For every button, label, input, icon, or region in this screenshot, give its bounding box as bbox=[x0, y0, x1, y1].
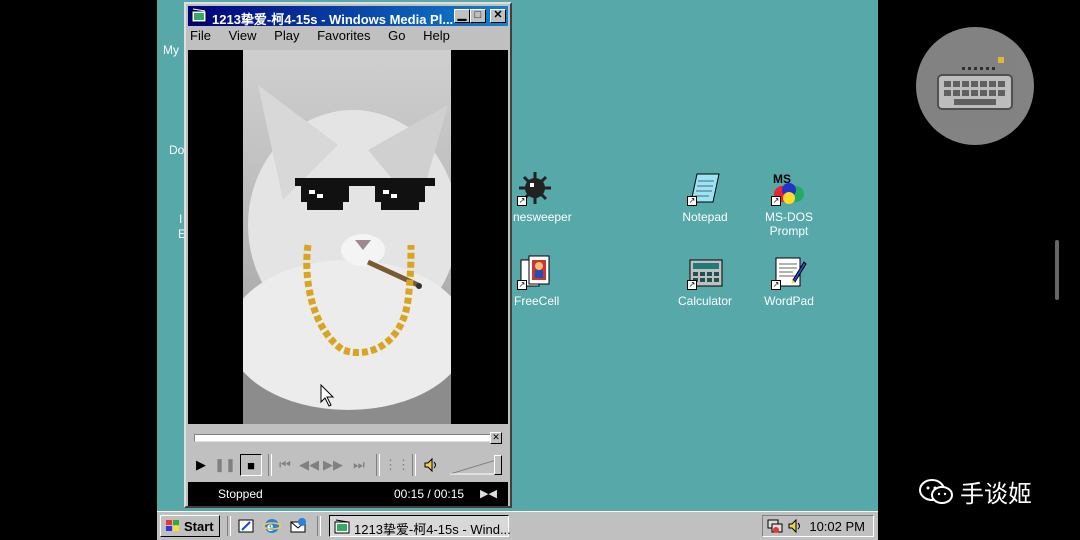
seek-track bbox=[194, 434, 496, 442]
desktop-icon-wordpad[interactable]: ↗ WordPad bbox=[747, 254, 831, 308]
keyboard-icon bbox=[934, 45, 1016, 127]
desktop-icon-notepad[interactable]: ↗ Notepad bbox=[663, 170, 747, 224]
freecell-icon: ↗ bbox=[517, 254, 553, 290]
taskbar-divider bbox=[227, 516, 231, 536]
desktop-icon-label: Notepad bbox=[682, 210, 728, 224]
menu-go[interactable]: Go bbox=[388, 28, 405, 43]
window-title: 1213挚爱-柯4-15s - Windows Media Pl... bbox=[212, 12, 454, 27]
my-computer-label-partial[interactable]: My bbox=[163, 43, 179, 57]
internet-explorer-icon[interactable]: e bbox=[262, 517, 282, 535]
shortcut-arrow-icon: ↗ bbox=[517, 280, 527, 290]
ie-label-partial-1[interactable]: I bbox=[179, 212, 182, 226]
controls-divider bbox=[376, 454, 380, 476]
next-button[interactable]: ⏭ bbox=[348, 454, 370, 476]
menu-bar: File View Play Favorites Go Help bbox=[190, 28, 464, 48]
minimize-icon: ▁ bbox=[457, 9, 467, 21]
rewind-button[interactable]: ◀◀ bbox=[298, 454, 320, 476]
media-player-window[interactable]: 1213挚爱-柯4-15s - Windows Media Pl... ▁ □ … bbox=[184, 2, 512, 508]
notepad-icon: ↗ bbox=[687, 170, 723, 206]
start-label: Start bbox=[184, 519, 214, 534]
playback-status: Stopped bbox=[218, 487, 263, 501]
shortcut-arrow-icon: ↗ bbox=[687, 280, 697, 290]
play-button[interactable]: ▶ bbox=[190, 454, 212, 476]
close-icon: ✕ bbox=[493, 9, 503, 21]
controls-divider bbox=[412, 454, 416, 476]
pause-button[interactable]: ❚❚ bbox=[214, 454, 236, 476]
desktop-icon-msdos-prompt[interactable]: MS ↗ MS-DOS Prompt bbox=[747, 170, 831, 238]
windows-logo-icon bbox=[165, 519, 181, 533]
minesweeper-icon: ↗ bbox=[517, 170, 553, 206]
video-frame bbox=[243, 50, 451, 424]
menu-favorites[interactable]: Favorites bbox=[317, 28, 370, 43]
volume-icon[interactable] bbox=[787, 518, 803, 534]
playback-controls: ▶ ❚❚ ■ ⏮ ◀◀ ▶▶ ⏭ ⋮⋮ bbox=[188, 448, 508, 482]
documents-label-partial[interactable]: Do bbox=[169, 143, 184, 157]
close-button[interactable]: ✕ bbox=[490, 9, 506, 23]
controls-divider bbox=[268, 454, 272, 476]
wordpad-icon: ↗ bbox=[771, 254, 807, 290]
taskbar-task-label: 1213挚爱-柯4-15s - Wind... bbox=[354, 522, 511, 537]
clock[interactable]: 10:02 PM bbox=[809, 519, 865, 534]
maximize-icon: □ bbox=[474, 9, 482, 21]
watermark: 手谈姬 bbox=[918, 474, 1032, 509]
previous-icon: ⏮ bbox=[279, 457, 291, 472]
rewind-icon: ◀◀ bbox=[299, 457, 319, 472]
menu-file[interactable]: File bbox=[190, 28, 211, 43]
menu-play[interactable]: Play bbox=[274, 28, 299, 43]
media-player-small-icon bbox=[334, 519, 350, 535]
video-display[interactable] bbox=[188, 50, 508, 424]
start-button[interactable]: Start bbox=[160, 515, 220, 537]
menu-help[interactable]: Help bbox=[423, 28, 450, 43]
virtual-keyboard-button[interactable] bbox=[916, 27, 1034, 145]
taskbar-button-media-player[interactable]: 1213挚爱-柯4-15s - Wind... bbox=[329, 515, 511, 537]
playback-time: 00:15 / 00:15 bbox=[394, 487, 465, 501]
stop-button[interactable]: ■ bbox=[240, 454, 262, 476]
volume-thumb[interactable] bbox=[494, 455, 502, 475]
title-bar[interactable]: 1213挚爱-柯4-15s - Windows Media Pl... ▁ □ … bbox=[188, 6, 508, 27]
pause-icon: ❚❚ bbox=[214, 457, 236, 472]
status-bar: Stopped 00:15 / 00:15 ▶◀ bbox=[188, 482, 508, 506]
shortcut-arrow-icon: ↗ bbox=[687, 196, 697, 206]
svg-text:e: e bbox=[267, 520, 273, 535]
playlist-icon: ⋮⋮ bbox=[384, 457, 410, 472]
minimize-button[interactable]: ▁ bbox=[454, 9, 470, 23]
network-icon[interactable] bbox=[767, 518, 785, 534]
seek-thumb[interactable]: ✕ bbox=[490, 432, 502, 444]
shortcut-arrow-icon: ↗ bbox=[771, 280, 781, 290]
msdos-icon: MS ↗ bbox=[771, 170, 807, 206]
shortcut-arrow-icon: ↗ bbox=[771, 196, 781, 206]
system-tray: 10:02 PM bbox=[762, 515, 874, 537]
stop-icon: ■ bbox=[247, 458, 255, 473]
mute-button[interactable] bbox=[420, 454, 442, 476]
desktop-icon-label: MS-DOS Prompt bbox=[765, 210, 813, 238]
show-desktop-icon[interactable] bbox=[237, 517, 255, 535]
speaker-icon bbox=[423, 457, 439, 476]
playlist-button[interactable]: ⋮⋮ bbox=[384, 454, 410, 476]
menu-view[interactable]: View bbox=[229, 28, 257, 43]
volume-slider[interactable] bbox=[449, 454, 504, 476]
desktop-icon-calculator[interactable]: ↗ Calculator bbox=[663, 254, 747, 308]
fast-forward-icon: ▶▶ bbox=[323, 457, 343, 472]
taskbar: Start e 1213挚爱-柯4-15s - Wind... 10:02 PM bbox=[157, 511, 878, 540]
previous-button[interactable]: ⏮ bbox=[274, 454, 296, 476]
maximize-button[interactable]: □ bbox=[470, 9, 486, 23]
watermark-text: 手谈姬 bbox=[960, 481, 1032, 508]
taskbar-divider bbox=[317, 516, 321, 536]
stereo-indicator-icon: ▶◀ bbox=[480, 488, 497, 500]
cat-with-sunglasses-image bbox=[243, 85, 451, 424]
wechat-icon bbox=[918, 478, 954, 506]
next-icon: ⏭ bbox=[353, 457, 365, 472]
scroll-indicator bbox=[1055, 240, 1059, 300]
desktop-icon-label: Calculator bbox=[677, 294, 733, 308]
play-icon: ▶ bbox=[196, 457, 206, 472]
desktop-icon-label: WordPad bbox=[764, 294, 814, 308]
seek-bar[interactable]: ✕ bbox=[194, 432, 506, 444]
fast-forward-button[interactable]: ▶▶ bbox=[322, 454, 344, 476]
calculator-icon: ↗ bbox=[687, 254, 723, 290]
media-player-title-icon bbox=[191, 8, 207, 24]
outlook-express-icon[interactable] bbox=[289, 517, 307, 535]
shortcut-arrow-icon: ↗ bbox=[517, 196, 527, 206]
